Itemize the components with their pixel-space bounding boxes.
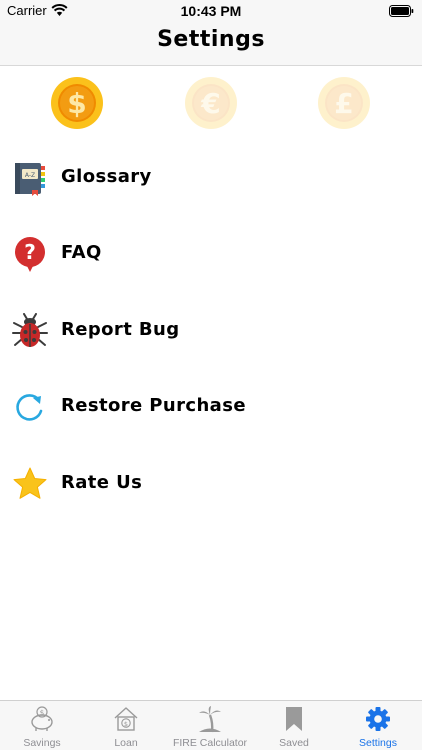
pound-symbol: £ xyxy=(334,87,353,120)
pound-coin-button[interactable]: £ xyxy=(316,75,372,131)
glossary-book-icon: A-Z xyxy=(15,163,45,196)
tab-saved[interactable]: Saved xyxy=(252,701,336,750)
status-bar: Carrier 10:43 PM xyxy=(0,0,422,24)
svg-text:?: ? xyxy=(24,240,36,264)
piggy-bank-icon: $ xyxy=(31,706,53,731)
menu-item-label: Report Bug xyxy=(61,319,180,340)
menu-item-label: Rate Us xyxy=(61,472,143,493)
page-title: Settings xyxy=(157,27,265,52)
tab-label: Loan xyxy=(114,737,138,749)
question-bubble-icon: ? xyxy=(15,237,45,272)
navigation-bar: Settings xyxy=(0,24,422,66)
tab-loan[interactable]: $ Loan xyxy=(84,701,168,750)
star-icon xyxy=(13,467,47,499)
menu-item-glossary[interactable]: A-Z Glossary xyxy=(0,142,422,212)
tab-savings[interactable]: $ Savings xyxy=(0,701,84,750)
status-time: 10:43 PM xyxy=(180,3,242,19)
tab-bar: $ Savings $ Loan FIRE Calculator Saved S… xyxy=(0,700,422,750)
bug-icon xyxy=(12,313,48,347)
pound-coin-icon: £ xyxy=(318,77,370,129)
tab-label: Settings xyxy=(359,737,397,749)
bookmark-icon xyxy=(286,707,302,731)
euro-symbol: € xyxy=(200,87,220,120)
house-dollar-icon: $ xyxy=(114,707,138,731)
dollar-symbol: $ xyxy=(67,87,86,120)
palm-tree-icon xyxy=(199,706,221,733)
battery-icon xyxy=(389,5,414,17)
restore-arrow-icon xyxy=(16,394,43,421)
svg-text:A-Z: A-Z xyxy=(25,172,35,179)
dollar-coin-icon: $ xyxy=(51,77,103,129)
euro-coin-icon: € xyxy=(185,77,237,129)
tab-label: Saved xyxy=(279,737,309,749)
menu-item-rate-us[interactable]: Rate Us xyxy=(0,448,422,518)
tab-label: Savings xyxy=(23,737,61,749)
svg-text:$: $ xyxy=(40,709,44,717)
tab-fire-calculator[interactable]: FIRE Calculator xyxy=(168,701,252,750)
menu-item-faq[interactable]: ? FAQ xyxy=(0,218,422,288)
menu-item-report-bug[interactable]: Report Bug xyxy=(0,295,422,365)
euro-coin-button[interactable]: € xyxy=(183,75,239,131)
dollar-coin-button[interactable]: $ xyxy=(49,75,105,131)
menu-item-label: FAQ xyxy=(61,242,102,263)
menu-item-label: Restore Purchase xyxy=(61,395,246,416)
menu-item-label: Glossary xyxy=(61,166,152,187)
menu-item-restore-purchase[interactable]: Restore Purchase xyxy=(0,371,422,441)
tab-settings[interactable]: Settings xyxy=(336,701,420,750)
gear-icon xyxy=(366,707,390,731)
svg-text:$: $ xyxy=(124,720,128,728)
tab-label: FIRE Calculator xyxy=(172,737,248,749)
currency-selector: $ € £ xyxy=(0,75,422,131)
